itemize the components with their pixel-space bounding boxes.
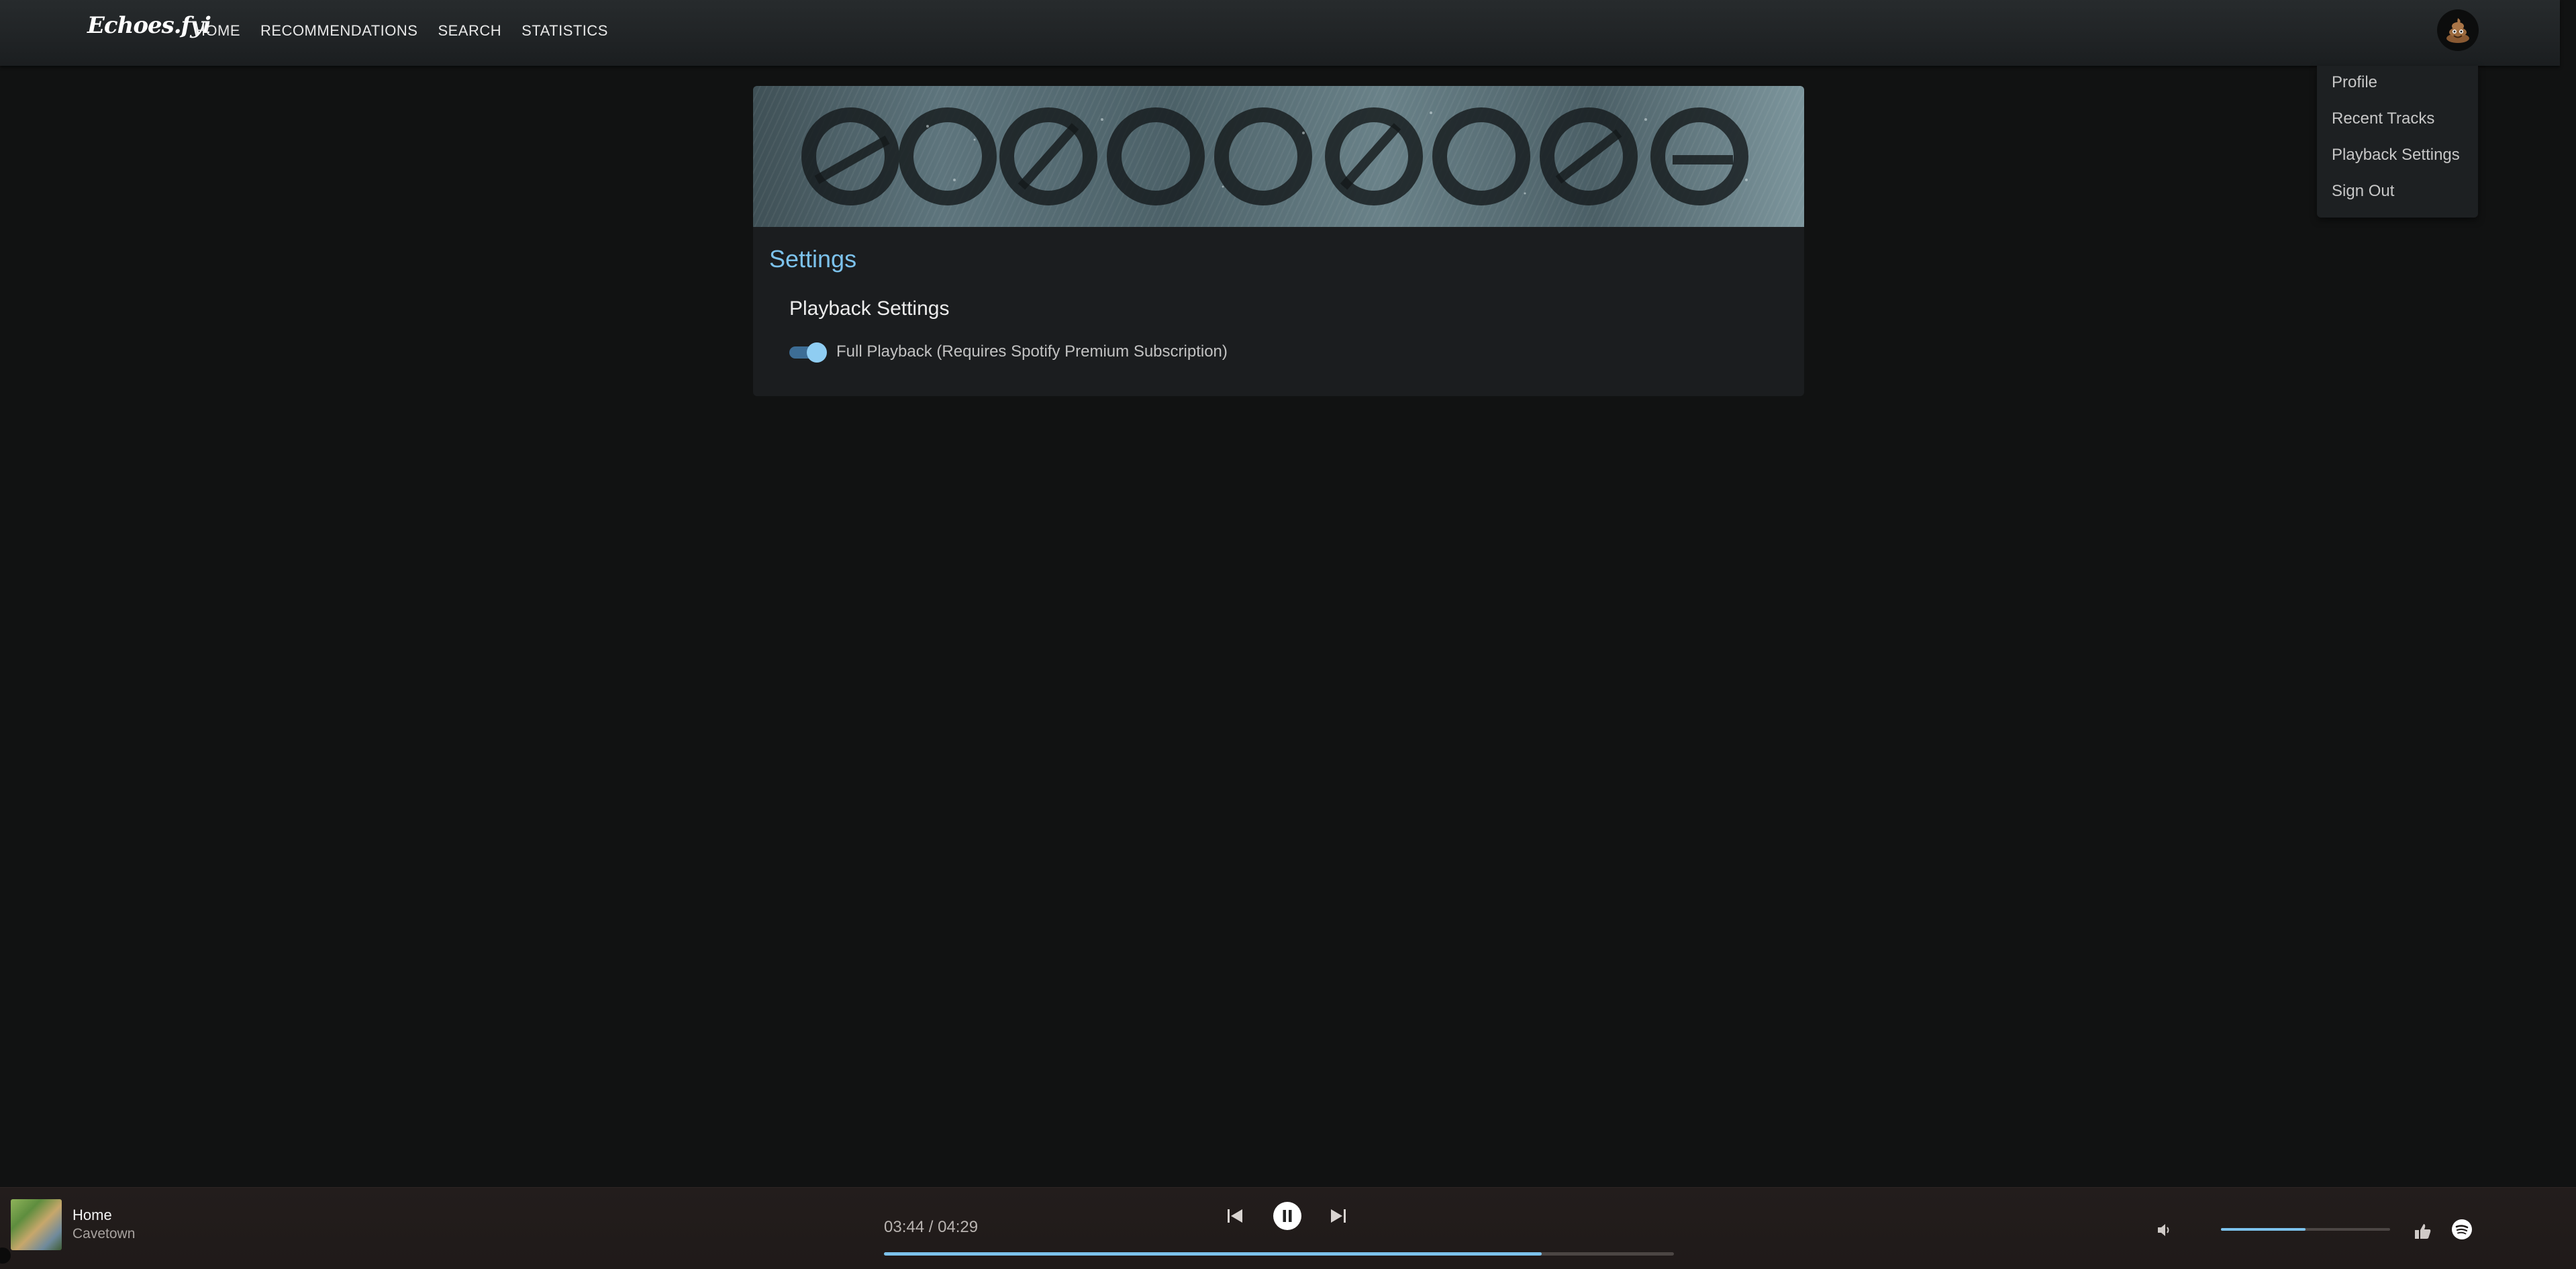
user-avatar-button[interactable] [2437,9,2479,51]
full-playback-toggle[interactable] [789,342,827,363]
previous-track-button[interactable] [1220,1201,1250,1231]
full-playback-label: Full Playback (Requires Spotify Premium … [836,342,1228,361]
next-track-button[interactable] [1324,1201,1353,1231]
menu-item-recent-tracks[interactable]: Recent Tracks [2332,109,2434,128]
playback-time: 03:44 / 04:29 [884,1218,979,1236]
track-progress-bar[interactable] [884,1252,1674,1256]
brand-logo[interactable]: Echoes.fyi [87,12,211,39]
banner-art [801,107,1748,205]
volume-slider-fill [2221,1228,2306,1231]
track-title[interactable]: Home [72,1207,112,1224]
nav-statistics-link[interactable]: STATISTICS [522,22,608,40]
menu-item-playback-settings[interactable]: Playback Settings [2332,146,2460,164]
nav-recommendations-link[interactable]: RECOMMENDATIONS [260,22,417,40]
skip-previous-icon [1228,1209,1242,1223]
pause-icon [1273,1202,1301,1230]
full-playback-setting: Full Playback (Requires Spotify Premium … [789,342,1228,363]
thumbs-up-icon[interactable] [2413,1221,2433,1241]
nav-search-link[interactable]: SEARCH [438,22,501,40]
player-bar: Home Cavetown 03:44 / 04:29 [0,1187,2576,1269]
volume-slider[interactable] [2221,1228,2390,1231]
settings-banner-image [753,86,1804,227]
track-progress-fill [884,1252,1542,1256]
volume-icon[interactable] [2154,1220,2175,1240]
top-navbar: Echoes.fyi HOME RECOMMENDATIONS SEARCH S… [0,0,2560,66]
spotify-icon[interactable] [2451,1219,2473,1240]
skip-next-icon [1331,1209,1346,1223]
menu-item-profile[interactable]: Profile [2332,73,2377,92]
settings-card: Settings Playback Settings Full Playback… [753,86,1804,396]
playback-settings-heading: Playback Settings [789,297,950,320]
pause-button[interactable] [1273,1201,1302,1231]
settings-page-title: Settings [769,245,857,273]
main-nav: HOME RECOMMENDATIONS SEARCH STATISTICS [195,22,628,40]
track-artist[interactable]: Cavetown [72,1226,135,1242]
nav-home-link[interactable]: HOME [195,22,240,40]
album-art[interactable] [11,1199,62,1250]
app-root: Echoes.fyi HOME RECOMMENDATIONS SEARCH S… [0,0,2576,1269]
toggle-knob [807,342,827,363]
poop-emoji-avatar-icon [2446,18,2469,43]
user-dropdown-menu: Profile Recent Tracks Playback Settings … [2317,66,2478,218]
menu-item-sign-out[interactable]: Sign Out [2332,182,2394,201]
